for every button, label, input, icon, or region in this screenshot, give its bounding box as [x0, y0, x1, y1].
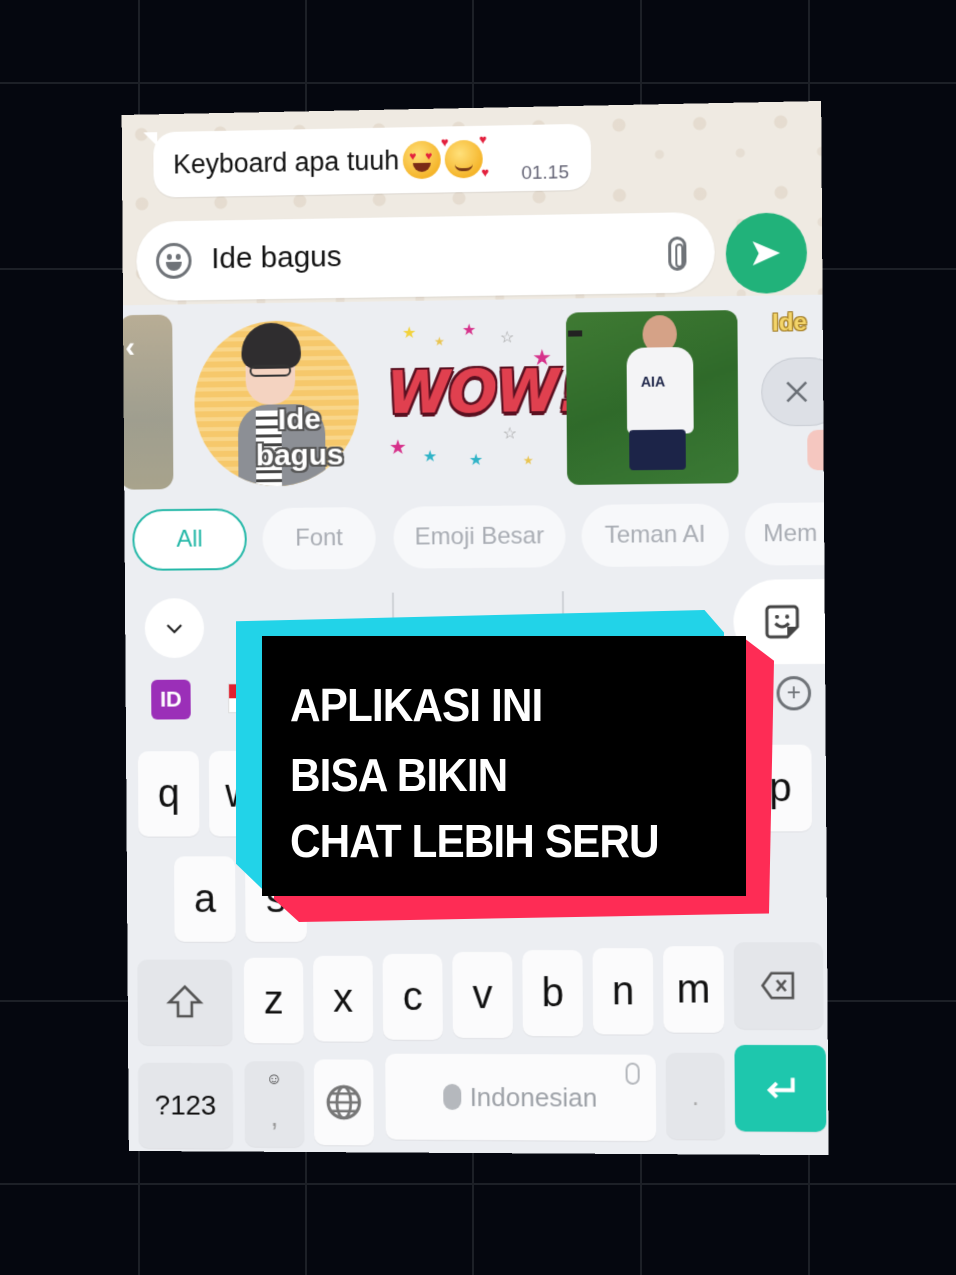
smiling-face-with-hearts-emoji-icon: ♥ ♥ ♥: [440, 131, 490, 180]
chevron-down-icon: [162, 616, 186, 640]
chip-font[interactable]: Font: [262, 506, 376, 570]
microphone-icon[interactable]: [625, 1062, 640, 1085]
symbols-key[interactable]: ?123: [138, 1062, 234, 1149]
message-input-bar[interactable]: Ide bagus: [136, 211, 715, 302]
enter-arrow-icon: [759, 1067, 802, 1110]
key-b[interactable]: b: [522, 950, 584, 1037]
chevron-left-icon: ‹: [125, 330, 136, 364]
globe-icon: [323, 1081, 365, 1123]
shift-key[interactable]: [137, 959, 233, 1046]
key-q[interactable]: q: [137, 751, 200, 837]
message-input[interactable]: Ide bagus: [211, 240, 342, 276]
promo-text-overlay: APLIKASI INI BISA BIKIN CHAT LEBIH SERU: [236, 610, 776, 922]
key-n[interactable]: n: [592, 948, 654, 1035]
shift-arrow-icon: [164, 981, 206, 1023]
sticker-caption: Ide bagus: [255, 402, 344, 473]
space-key[interactable]: Indonesian: [385, 1053, 657, 1142]
category-chips: All Font Emoji Besar Teman AI Mem: [124, 502, 829, 574]
key-v[interactable]: v: [452, 951, 513, 1039]
sticker-suggestion-strip: ‹ Ide bagus ★ ★ ☆ ★ ★ ★ ★ ★ ☆ ★ WOW! AIA…: [121, 294, 829, 504]
overlay-line-1: APLIKASI INI: [290, 679, 543, 731]
close-sticker-strip-button[interactable]: [762, 357, 829, 426]
send-button[interactable]: [725, 212, 808, 295]
chip-teman-ai[interactable]: Teman AI: [581, 503, 730, 568]
incoming-message-bubble: Keyboard apa tuuh ♥ ♥ ♥ ♥ ♥ 01.15: [153, 123, 592, 198]
chip-meme[interactable]: Mem: [744, 502, 829, 566]
key-c[interactable]: c: [382, 953, 443, 1040]
sticker-item-wow[interactable]: ★ ★ ☆ ★ ★ ★ ★ ★ ☆ ★ WOW!: [382, 315, 582, 477]
sticker-item-gif[interactable]: AIA: [565, 310, 739, 485]
key-m[interactable]: m: [662, 946, 725, 1033]
period-key[interactable]: .: [665, 1052, 725, 1140]
language-id-icon[interactable]: ID: [151, 679, 191, 720]
key-z[interactable]: z: [243, 957, 304, 1044]
key-x[interactable]: x: [313, 955, 374, 1042]
smiley-icon[interactable]: [155, 242, 192, 280]
keyboard-logo-icon: [443, 1083, 462, 1110]
backspace-key[interactable]: [733, 942, 824, 1030]
emoji-small-icon: ☺: [266, 1071, 283, 1089]
comma-key[interactable]: ☺ ,: [244, 1061, 305, 1148]
overlay-line-2: BISA BIKIN: [290, 749, 508, 801]
message-timestamp: 01.15: [521, 162, 570, 185]
paperclip-icon[interactable]: [668, 236, 687, 271]
heart-eyes-emoji-icon: ♥ ♥: [402, 140, 442, 180]
sticker-item[interactable]: ‹: [121, 314, 174, 490]
chip-all[interactable]: All: [132, 508, 247, 571]
globe-key[interactable]: [313, 1059, 374, 1146]
overlay-line-3: CHAT LEBIH SERU: [290, 815, 660, 867]
key-a[interactable]: a: [173, 856, 236, 942]
sticker-text: WOW!: [386, 356, 583, 428]
enter-key[interactable]: [734, 1044, 827, 1132]
collapse-keyboard-button[interactable]: [144, 598, 205, 659]
send-icon: [752, 240, 781, 266]
chat-area: Keyboard apa tuuh ♥ ♥ ♥ ♥ ♥ 01.15 Ide bag…: [121, 100, 823, 306]
chip-emoji-besar[interactable]: Emoji Besar: [393, 505, 566, 569]
close-icon: [782, 378, 811, 407]
plus-circle-icon[interactable]: +: [776, 676, 812, 711]
backspace-icon: [757, 964, 800, 1006]
message-text: Keyboard apa tuuh: [173, 144, 400, 179]
